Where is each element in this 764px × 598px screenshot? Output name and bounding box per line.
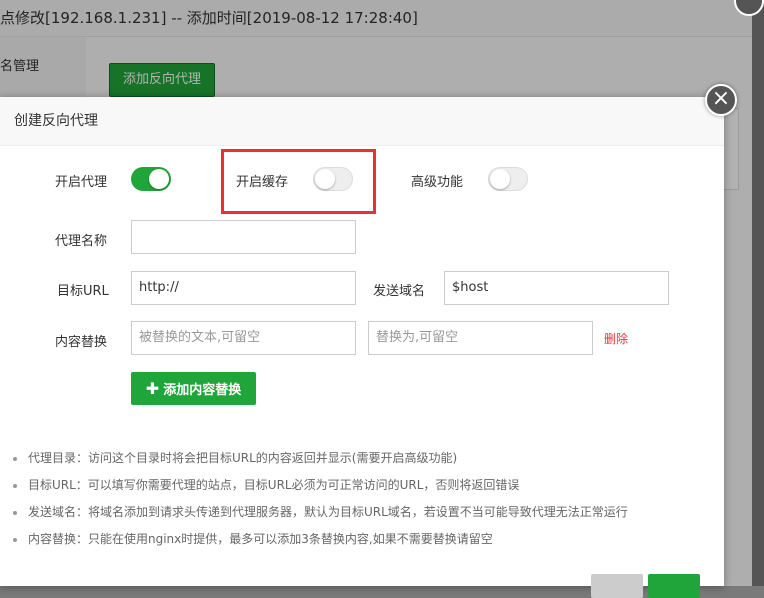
add-content-replace-button[interactable]: ✚ 添加内容替换 [131, 372, 256, 405]
cancel-button[interactable] [591, 574, 643, 598]
bullet-icon [13, 538, 17, 542]
plus-icon: ✚ [145, 379, 160, 398]
cache-highlight-box [221, 149, 376, 214]
replace-to-input[interactable]: 替换为,可留空 [368, 321, 593, 355]
list-item: 代理目录：访问这个目录时将会把目标URL的内容返回并显示(需要开启高级功能) [12, 447, 628, 474]
content-replace-label: 内容替换 [55, 335, 108, 350]
note-text: 目标URL：可以填写你需要代理的站点，目标URL必须为可正常访问的URL，否则将… [28, 478, 520, 492]
toggle-knob [149, 169, 169, 189]
proxy-name-label: 代理名称 [55, 234, 108, 249]
replace-from-input[interactable]: 被替换的文本,可留空 [131, 321, 356, 355]
list-item: 目标URL：可以填写你需要代理的站点，目标URL必须为可正常访问的URL，否则将… [12, 474, 628, 501]
advanced-features-toggle[interactable] [488, 167, 528, 191]
bullet-icon [13, 457, 17, 461]
bullet-icon [13, 511, 17, 515]
close-icon[interactable]: × [705, 84, 737, 116]
add-content-replace-label: 添加内容替换 [163, 383, 242, 398]
send-domain-input[interactable]: $host [444, 271, 669, 305]
delete-replace-link[interactable]: 删除 [604, 330, 628, 347]
proxy-name-input[interactable] [131, 220, 356, 254]
toggle-knob [490, 169, 510, 189]
note-text: 内容替换：只能在使用nginx时提供，最多可以添加3条替换内容,如果不需要替换请… [28, 532, 493, 546]
enable-proxy-label: 开启代理 [55, 175, 108, 190]
target-url-input[interactable]: http:// [131, 271, 356, 305]
note-text: 代理目录：访问这个目录时将会把目标URL的内容返回并显示(需要开启高级功能) [28, 451, 458, 465]
advanced-features-label: 高级功能 [411, 175, 464, 190]
help-notes: 代理目录：访问这个目录时将会把目标URL的内容返回并显示(需要开启高级功能) 目… [12, 447, 628, 555]
submit-button[interactable] [648, 574, 700, 598]
list-item: 内容替换：只能在使用nginx时提供，最多可以添加3条替换内容,如果不需要替换请… [12, 528, 628, 555]
list-item: 发送域名：将域名添加到请求头传递到代理服务器，默认为目标URL域名，若设置不当可… [12, 501, 628, 528]
dialog-title: 创建反向代理 [0, 97, 724, 146]
bullet-icon [13, 484, 17, 488]
send-domain-label: 发送域名 [373, 284, 426, 299]
enable-proxy-toggle[interactable] [131, 167, 171, 191]
note-text: 发送域名：将域名添加到请求头传递到代理服务器，默认为目标URL域名，若设置不当可… [28, 505, 628, 519]
target-url-label: 目标URL [57, 284, 109, 299]
